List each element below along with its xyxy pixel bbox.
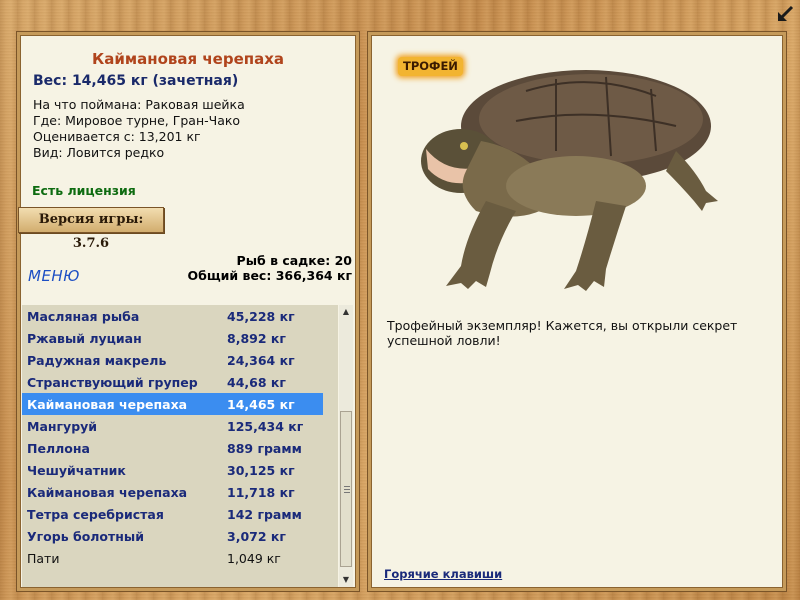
caught-on-text: На что поймана: Раковая шейка — [33, 97, 245, 112]
scroll-thumb[interactable] — [340, 411, 352, 567]
catch-fish-name: Чешуйчатник — [27, 463, 126, 478]
valued-from-text: Оценивается с: 13,201 кг — [33, 129, 201, 144]
catch-fish-weight: 24,364 кг — [227, 353, 295, 368]
catch-fish-name: Тетра серебристая — [27, 507, 164, 522]
catch-list-row[interactable]: Угорь болотный 3,072 кг — [22, 525, 323, 547]
catch-list-row[interactable]: Каймановая черепаха 14,465 кг — [22, 393, 323, 415]
kind-text: Вид: Ловится редко — [33, 145, 165, 160]
catch-list[interactable]: Масляная рыба 45,228 кг Ржавый луциан 8,892… — [22, 305, 338, 587]
catch-list-row[interactable]: Пати 1,049 кг — [22, 547, 323, 569]
catch-list-row[interactable]: Пеллона 889 грамм — [22, 437, 323, 459]
catch-fish-weight: 142 грамм — [227, 507, 302, 522]
license-status: Есть лицензия — [32, 183, 136, 198]
back-button[interactable] — [773, 2, 797, 26]
catch-fish-name: Угорь болотный — [27, 529, 144, 544]
catch-fish-name: Радужная макрель — [27, 353, 167, 368]
game-version-badge: Версия игры: 3.7.6 — [18, 207, 164, 251]
hotkeys-link[interactable]: Горячие клавиши — [384, 567, 502, 581]
catch-fish-weight: 125,434 кг — [227, 419, 304, 434]
catch-list-row[interactable]: Ржавый луциан 8,892 кг — [22, 327, 323, 349]
total-weight: Общий вес: 366,364 кг — [187, 268, 353, 283]
catch-fish-weight: 44,68 кг — [227, 375, 286, 390]
catch-fish-weight: 1,049 кг — [227, 551, 281, 566]
trophy-description: Трофейный экземпляр! Кажется, вы открыли… — [387, 318, 738, 348]
catch-fish-weight: 11,718 кг — [227, 485, 295, 500]
menu-button[interactable]: МЕНЮ — [28, 267, 80, 285]
catch-list-row[interactable]: Каймановая черепаха 11,718 кг — [22, 481, 323, 503]
fish-info-panel: Каймановая черепаха Вес: 14,465 кг (заче… — [17, 32, 359, 591]
catch-fish-weight: 889 грамм — [227, 441, 302, 456]
scroll-up-icon[interactable]: ▲ — [339, 305, 353, 319]
fish-count: Рыб в садке: 20 — [236, 253, 352, 268]
trophy-badge: ТРОФЕЙ — [398, 57, 463, 76]
catch-fish-name: Масляная рыба — [27, 309, 140, 324]
fish-image-panel: ТРОФЕЙ Трофейный экземпляр! Кажется, вы … — [368, 32, 786, 591]
catch-list-row[interactable]: Тетра серебристая 142 грамм — [22, 503, 323, 525]
catch-fish-name: Каймановая черепаха — [27, 397, 188, 412]
scroll-down-icon[interactable]: ▼ — [339, 573, 353, 587]
catch-list-row[interactable]: Странствующий групер 44,68 кг — [22, 371, 323, 393]
catch-fish-weight: 30,125 кг — [227, 463, 295, 478]
catch-list-row[interactable]: Чешуйчатник 30,125 кг — [22, 459, 323, 481]
catch-fish-weight: 8,892 кг — [227, 331, 286, 346]
catch-fish-weight: 3,072 кг — [227, 529, 286, 544]
catch-fish-name: Каймановая черепаха — [27, 485, 188, 500]
catch-list-row[interactable]: Радужная макрель 24,364 кг — [22, 349, 323, 371]
fish-title: Каймановая черепаха — [91, 50, 285, 68]
back-arrow-icon — [778, 5, 794, 21]
catch-fish-name: Пати — [27, 551, 60, 566]
catch-list-row[interactable]: Масляная рыба 45,228 кг — [22, 305, 323, 327]
catch-fish-name: Пеллона — [27, 441, 90, 456]
catch-fish-name: Ржавый луциан — [27, 331, 142, 346]
catch-fish-name: Странствующий групер — [27, 375, 198, 390]
location-text: Где: Мировое турне, Гран-Чако — [33, 113, 241, 128]
keepnet-stats: Рыб в садке: 20 Общий вес: 366,364 кг — [188, 253, 353, 283]
catch-fish-weight: 45,228 кг — [227, 309, 295, 324]
catch-fish-name: Мангуруй — [27, 419, 98, 434]
catch-list-row[interactable]: Мангуруй 125,434 кг — [22, 415, 323, 437]
fish-weight: Вес: 14,465 кг (зачетная) — [33, 73, 239, 89]
catch-fish-weight: 14,465 кг — [227, 397, 295, 412]
turtle-image — [421, 70, 718, 291]
catch-list-scrollbar[interactable]: ▲ ▼ — [339, 305, 353, 587]
